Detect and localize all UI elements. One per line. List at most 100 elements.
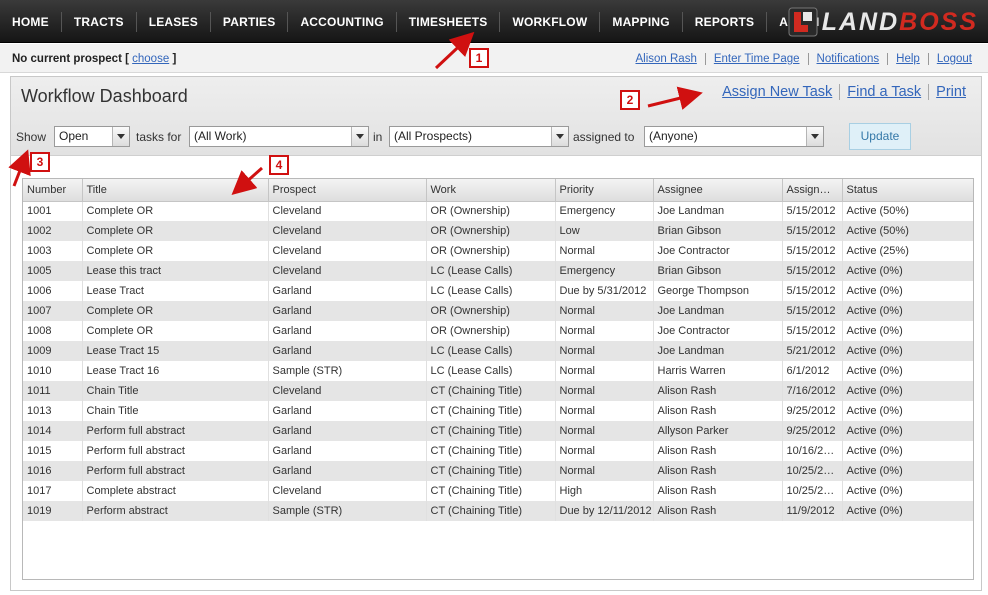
col-assignee[interactable]: Assignee bbox=[653, 179, 783, 202]
logout-link[interactable]: Logout bbox=[927, 53, 980, 65]
choose-prospect-link[interactable]: choose bbox=[132, 53, 169, 65]
table-row[interactable]: 1006 Lease Tract Garland LC (Lease Calls) Du… bbox=[23, 281, 973, 301]
cell-priority: Emergency bbox=[555, 201, 654, 221]
table-row[interactable]: 1019 Perform abstract Sample (STR) CT (Chai… bbox=[23, 501, 973, 521]
cell-title: Chain Title bbox=[82, 381, 269, 401]
cell-number: 1013 bbox=[23, 401, 83, 421]
table-row[interactable]: 1011 Chain Title Cleveland CT (Chaining Tit… bbox=[23, 381, 973, 401]
chevron-down-icon[interactable] bbox=[551, 127, 568, 146]
cell-work: CT (Chaining Title) bbox=[426, 501, 556, 521]
cell-assignee: Alison Rash bbox=[653, 381, 783, 401]
prospect-close: ] bbox=[172, 53, 177, 65]
cell-status: Active (0%) bbox=[842, 401, 973, 421]
col-status[interactable]: Status bbox=[842, 179, 973, 202]
update-button[interactable]: Update bbox=[849, 123, 911, 150]
cell-number: 1015 bbox=[23, 441, 83, 461]
col-priority[interactable]: Priority bbox=[555, 179, 654, 202]
cell-priority: High bbox=[555, 481, 654, 501]
cell-assigned-date: 10/25/2… bbox=[782, 481, 843, 501]
nav-home[interactable]: HOME bbox=[0, 12, 61, 32]
prospect-select-value: (All Prospects) bbox=[394, 129, 473, 143]
user-name-link[interactable]: Alison Rash bbox=[627, 53, 704, 65]
cell-number: 1009 bbox=[23, 341, 83, 361]
cell-status: Active (0%) bbox=[842, 501, 973, 521]
top-nav-bar: HOME TRACTS LEASES PARTIES ACCOUNTING TI… bbox=[0, 0, 988, 43]
col-number[interactable]: Number bbox=[23, 179, 83, 202]
cell-assigned-date: 5/21/2012 bbox=[782, 341, 843, 361]
cell-assigned-date: 7/16/2012 bbox=[782, 381, 843, 401]
callout-3: 3 bbox=[30, 152, 50, 172]
cell-number: 1010 bbox=[23, 361, 83, 381]
tasks-for-select[interactable]: (All Work) bbox=[189, 126, 369, 147]
table-row[interactable]: 1015 Perform full abstract Garland CT (Chai… bbox=[23, 441, 973, 461]
nav-mapping[interactable]: MAPPING bbox=[599, 11, 681, 32]
table-row[interactable]: 1007 Complete OR Garland OR (Ownership) Norm… bbox=[23, 301, 973, 321]
logo-wordmark: LANDBOSS bbox=[822, 8, 978, 37]
cell-assignee: Alison Rash bbox=[653, 501, 783, 521]
chevron-down-icon[interactable] bbox=[112, 127, 129, 146]
col-work[interactable]: Work bbox=[426, 179, 556, 202]
col-prospect[interactable]: Prospect bbox=[268, 179, 427, 202]
table-row[interactable]: 1010 Lease Tract 16 Sample (STR) LC (Lease … bbox=[23, 361, 973, 381]
nav-parties[interactable]: PARTIES bbox=[209, 11, 288, 32]
table-row[interactable]: 1005 Lease this tract Cleveland LC (Lease C… bbox=[23, 261, 973, 281]
nav-timesheets[interactable]: TIMESHEETS bbox=[395, 11, 500, 32]
landboss-logo[interactable]: LANDBOSS bbox=[788, 6, 978, 38]
cell-priority: Low bbox=[555, 221, 654, 241]
find-a-task-link[interactable]: Find a Task bbox=[839, 84, 928, 100]
nav-workflow[interactable]: WORKFLOW bbox=[499, 11, 599, 32]
assign-new-task-link[interactable]: Assign New Task bbox=[715, 84, 839, 100]
cell-assignee: Alison Rash bbox=[653, 461, 783, 481]
cell-assigned-date: 5/15/2012 bbox=[782, 301, 843, 321]
table-row[interactable]: 1013 Chain Title Garland CT (Chaining Title… bbox=[23, 401, 973, 421]
table-row[interactable]: 1009 Lease Tract 15 Garland LC (Lease Calls… bbox=[23, 341, 973, 361]
page-title: Workflow Dashboard bbox=[21, 86, 188, 106]
cell-work: CT (Chaining Title) bbox=[426, 421, 556, 441]
cell-prospect: Cleveland bbox=[268, 241, 427, 261]
prospect-select[interactable]: (All Prospects) bbox=[389, 126, 569, 147]
cell-assignee: Brian Gibson bbox=[653, 221, 783, 241]
dashboard-actions: Assign New Task Find a Task Print bbox=[715, 84, 973, 100]
cell-title: Complete abstract bbox=[82, 481, 269, 501]
table-row[interactable]: 1008 Complete OR Garland OR (Ownership) Norm… bbox=[23, 321, 973, 341]
cell-assignee: Brian Gibson bbox=[653, 261, 783, 281]
table-row[interactable]: 1016 Perform full abstract Garland CT (Chai… bbox=[23, 461, 973, 481]
table-row[interactable]: 1003 Complete OR Cleveland OR (Ownership) No… bbox=[23, 241, 973, 261]
chevron-down-icon[interactable] bbox=[351, 127, 368, 146]
chevron-down-icon[interactable] bbox=[806, 127, 823, 146]
cell-prospect: Cleveland bbox=[268, 221, 427, 241]
cell-assigned-date: 5/15/2012 bbox=[782, 201, 843, 221]
help-link[interactable]: Help bbox=[887, 53, 928, 65]
cell-assigned-date: 11/9/2012 bbox=[782, 501, 843, 521]
print-link[interactable]: Print bbox=[928, 84, 973, 100]
col-title[interactable]: Title bbox=[82, 179, 269, 202]
cell-number: 1007 bbox=[23, 301, 83, 321]
table-row[interactable]: 1002 Complete OR Cleveland OR (Ownership) Lo… bbox=[23, 221, 973, 241]
cell-work: OR (Ownership) bbox=[426, 301, 556, 321]
enter-time-page-link[interactable]: Enter Time Page bbox=[704, 53, 808, 65]
nav-reports[interactable]: REPORTS bbox=[681, 11, 766, 32]
cell-prospect: Cleveland bbox=[268, 381, 427, 401]
nav-accounting[interactable]: ACCOUNTING bbox=[287, 11, 395, 32]
cell-status: Active (0%) bbox=[842, 441, 973, 461]
tasks-grid: Number Title Prospect Work Priority Assi… bbox=[22, 178, 974, 580]
col-assigned-date[interactable]: Assign… bbox=[782, 179, 843, 202]
assignee-select[interactable]: (Anyone) bbox=[644, 126, 824, 147]
table-body: 1001 Complete OR Cleveland OR (Ownership) Em… bbox=[23, 201, 973, 521]
current-prospect: No current prospect [ choose ] bbox=[12, 53, 176, 65]
cell-status: Active (0%) bbox=[842, 261, 973, 281]
show-select[interactable]: Open bbox=[54, 126, 130, 147]
table-row[interactable]: 1001 Complete OR Cleveland OR (Ownership) Em… bbox=[23, 201, 973, 221]
table-row[interactable]: 1017 Complete abstract Cleveland CT (Chaini… bbox=[23, 481, 973, 501]
table-row[interactable]: 1014 Perform full abstract Garland CT (Chai… bbox=[23, 421, 973, 441]
cell-work: OR (Ownership) bbox=[426, 221, 556, 241]
cell-status: Active (0%) bbox=[842, 381, 973, 401]
cell-assignee: George Thompson bbox=[653, 281, 783, 301]
nav-leases[interactable]: LEASES bbox=[135, 11, 210, 32]
cell-work: OR (Ownership) bbox=[426, 321, 556, 341]
cell-title: Perform full abstract bbox=[82, 461, 269, 481]
cell-work: LC (Lease Calls) bbox=[426, 281, 556, 301]
nav-tracts[interactable]: TRACTS bbox=[60, 11, 136, 32]
notifications-link[interactable]: Notifications bbox=[807, 53, 888, 65]
cell-priority: Due by 12/11/2012 bbox=[555, 501, 654, 521]
